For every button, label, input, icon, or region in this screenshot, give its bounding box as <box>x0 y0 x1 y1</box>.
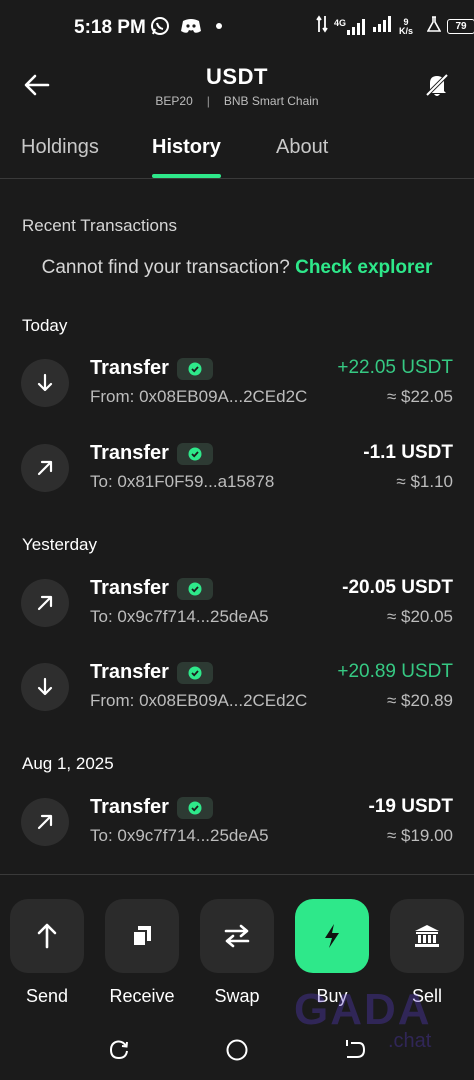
battery-icon: 79 <box>447 19 474 34</box>
transaction-amount: -20.05 USDT <box>342 577 453 598</box>
token-network-info: BEP20 | BNB Smart Chain <box>0 94 474 108</box>
transaction-row[interactable]: Transfer To: 0x9c7f714...25deA5 -20.05 U… <box>0 569 474 649</box>
notifications-toggle-button[interactable] <box>420 68 454 102</box>
separator: | <box>206 94 210 108</box>
transaction-usd-value: ≈ $19.00 <box>386 826 453 845</box>
transaction-usd-value: ≈ $1.10 <box>396 472 453 491</box>
discord-icon <box>180 17 202 40</box>
transaction-address: To: 0x9c7f714...25deA5 <box>90 826 269 845</box>
explorer-prompt: Cannot find your transaction? Check expl… <box>0 257 474 279</box>
verified-check-icon <box>176 442 213 465</box>
transaction-type: Transfer <box>90 796 213 819</box>
verified-check-icon <box>176 577 213 600</box>
bank-icon <box>415 925 439 947</box>
transaction-amount: +20.89 USDT <box>337 661 453 682</box>
chain-name: BNB Smart Chain <box>223 94 319 108</box>
transaction-row[interactable]: Transfer From: 0x08EB09A...2CEd2C +20.89… <box>0 653 474 733</box>
transaction-amount: -19 USDT <box>368 796 453 817</box>
explorer-prompt-text: Cannot find your transaction? <box>41 257 290 278</box>
arrow-up-right-icon <box>21 579 69 627</box>
buy-button[interactable] <box>295 899 369 973</box>
send-action: Send <box>10 899 84 1007</box>
status-bar: 5:18 PM 4G 9 K/s 79 <box>0 0 474 56</box>
recent-apps-icon <box>109 1040 128 1060</box>
section-title: Recent Transactions <box>22 216 177 235</box>
lightning-icon <box>325 924 339 948</box>
active-tab-indicator <box>152 174 221 178</box>
dot-icon <box>212 19 226 38</box>
transaction-usd-value: ≈ $22.05 <box>386 387 453 406</box>
transaction-usd-value: ≈ $20.05 <box>386 607 453 626</box>
page-title: USDT <box>206 64 268 89</box>
recent-apps-button[interactable] <box>105 1036 133 1064</box>
network-type: 4G <box>334 17 347 28</box>
send-button[interactable] <box>10 899 84 973</box>
transaction-type: Transfer <box>90 442 213 465</box>
transaction-row[interactable]: Transfer To: 0x9c7f714...25deA5 -19 USDT… <box>0 788 474 868</box>
receive-label: Receive <box>109 986 175 1006</box>
arrow-down-icon <box>21 359 69 407</box>
home-button[interactable] <box>223 1036 251 1064</box>
bell-off-icon <box>425 73 449 97</box>
flask-icon <box>426 16 442 37</box>
transaction-address: From: 0x08EB09A...2CEd2C <box>90 387 308 406</box>
arrow-up-icon <box>37 923 57 949</box>
verified-check-icon <box>176 357 213 380</box>
verified-check-icon <box>176 796 213 819</box>
tab-bar: Holdings History About <box>0 118 474 179</box>
send-label: Send <box>25 986 69 1006</box>
arrow-down-icon <box>21 663 69 711</box>
arrow-up-right-icon <box>21 798 69 846</box>
transaction-amount: +22.05 USDT <box>337 357 453 378</box>
signal-4g-icon: 4G <box>334 17 367 35</box>
back-nav-icon <box>346 1040 366 1058</box>
swap-icon <box>224 924 250 948</box>
signal-icon <box>373 16 393 37</box>
transaction-type: Transfer <box>90 577 213 600</box>
header: USDT BEP20 | BNB Smart Chain <box>0 56 474 118</box>
swap-button[interactable] <box>200 899 274 973</box>
day-label: Yesterday <box>22 535 97 554</box>
transaction-address: From: 0x08EB09A...2CEd2C <box>90 691 308 710</box>
home-circle-icon <box>226 1039 248 1061</box>
transaction-address: To: 0x9c7f714...25deA5 <box>90 607 269 626</box>
receive-button[interactable] <box>105 899 179 973</box>
network-tag: BEP20 <box>155 94 193 108</box>
verified-check-icon <box>176 661 213 684</box>
tab-holdings[interactable]: Holdings <box>21 136 99 159</box>
day-label: Today <box>22 316 68 335</box>
transaction-row[interactable]: Transfer From: 0x08EB09A...2CEd2C +22.05… <box>0 349 474 429</box>
copy-icon <box>132 926 151 947</box>
sell-button[interactable] <box>390 899 464 973</box>
transaction-type: Transfer <box>90 357 213 380</box>
day-label: Aug 1, 2025 <box>22 754 114 773</box>
tab-about[interactable]: About <box>276 136 328 159</box>
tab-history[interactable]: History <box>152 136 221 159</box>
status-time: 5:18 PM <box>74 17 146 38</box>
receive-action: Receive <box>105 899 179 1007</box>
network-speed: 9 K/s <box>399 16 414 36</box>
data-arrows-icon <box>316 14 328 39</box>
transaction-usd-value: ≈ $20.89 <box>386 691 453 710</box>
transaction-row[interactable]: Transfer To: 0x81F0F59...a15878 -1.1 USD… <box>0 434 474 514</box>
whatsapp-icon <box>150 16 170 41</box>
check-explorer-link[interactable]: Check explorer <box>295 257 432 278</box>
transaction-amount: -1.1 USDT <box>363 442 453 463</box>
swap-label: Swap <box>214 986 260 1006</box>
transaction-address: To: 0x81F0F59...a15878 <box>90 472 275 491</box>
system-nav-bar <box>0 1024 474 1080</box>
swap-action: Swap <box>200 899 274 1007</box>
arrow-up-right-icon <box>21 444 69 492</box>
transaction-type: Transfer <box>90 661 213 684</box>
back-nav-button[interactable] <box>341 1036 369 1064</box>
